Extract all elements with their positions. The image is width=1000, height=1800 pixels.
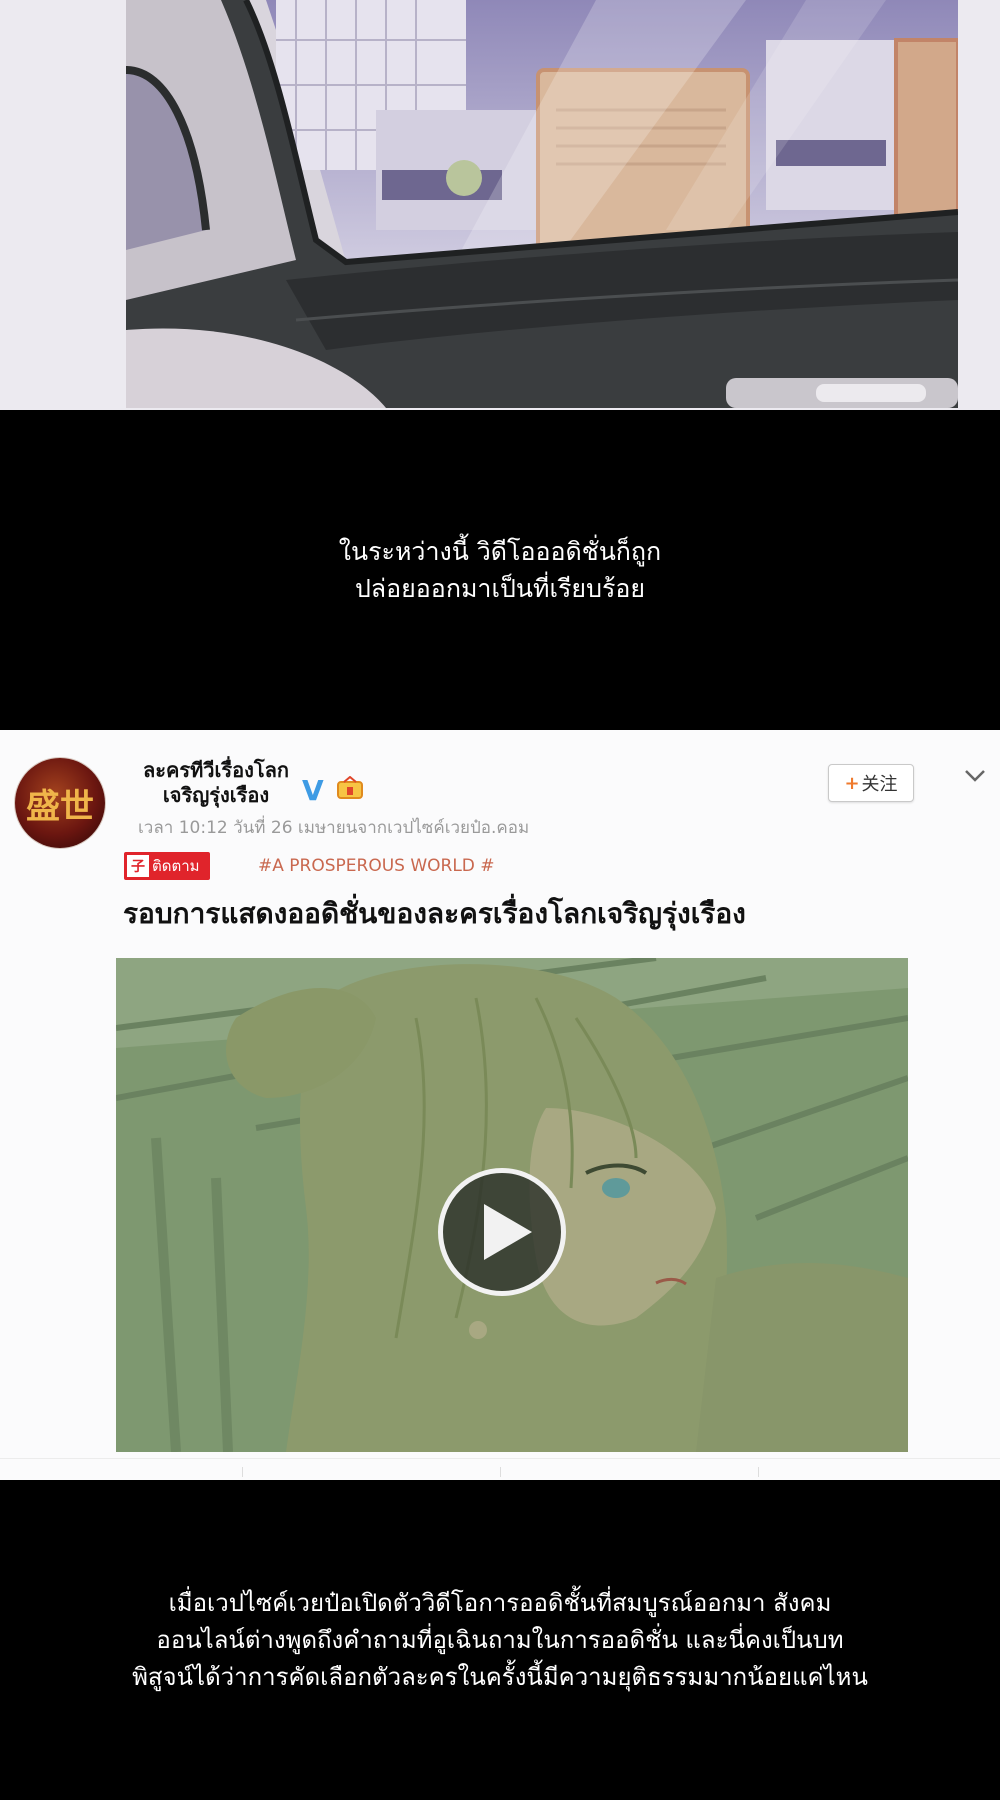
post-timestamp-source: เวลา 10:12 วันที่ 26 เมษายนจากเวปไซค์เวย… [138, 818, 530, 838]
caption-text-2: เมื่อเวปไซค์เวยป๋อเปิดตัววิดีโอการออดิชั… [132, 1588, 868, 1691]
play-triangle [484, 1204, 532, 1260]
post-action-bar [0, 1458, 1000, 1481]
rank-badge-icon [337, 776, 363, 799]
caption-block-1: ในระหว่างนี้ วิดีโอออดิชั่นก็ถูก ปล่อยออ… [0, 410, 1000, 730]
comic-illustration [126, 0, 958, 408]
play-icon[interactable] [438, 1168, 566, 1296]
account-avatar[interactable]: 盛世 [15, 758, 105, 848]
caption-block-2: เมื่อเวปไซค์เวยป๋อเปิดตัววิดีโอการออดิชั… [0, 1480, 1000, 1800]
comic-panel-car-window [0, 0, 1000, 410]
action-divider [758, 1467, 759, 1477]
car-window-scene [126, 0, 958, 408]
account-name[interactable]: ละครทีวีเรื่องโลก เจริญรุ่งเรือง [136, 758, 296, 808]
badge-icon: 子 [127, 855, 149, 877]
follow-button-label: 关注 [861, 774, 898, 795]
action-divider [500, 1467, 501, 1477]
chevron-down-icon[interactable] [962, 762, 988, 788]
follow-badge-label: ติดตาม [152, 857, 200, 875]
verified-icon: V [302, 774, 324, 807]
hashtag-link[interactable]: #A PROSPEROUS WORLD # [258, 856, 495, 876]
action-divider [242, 1467, 243, 1477]
follow-button[interactable]: + 关注 [828, 764, 914, 802]
caption-text-1: ในระหว่างนี้ วิดีโอออดิชั่นก็ถูก ปล่อยออ… [338, 537, 662, 603]
post-title: รอบการแสดงออดิชั่นของละครเรื่องโลกเจริญร… [123, 897, 746, 930]
plus-icon: + [844, 772, 860, 794]
follow-badge[interactable]: 子 ติดตาม [124, 852, 210, 880]
